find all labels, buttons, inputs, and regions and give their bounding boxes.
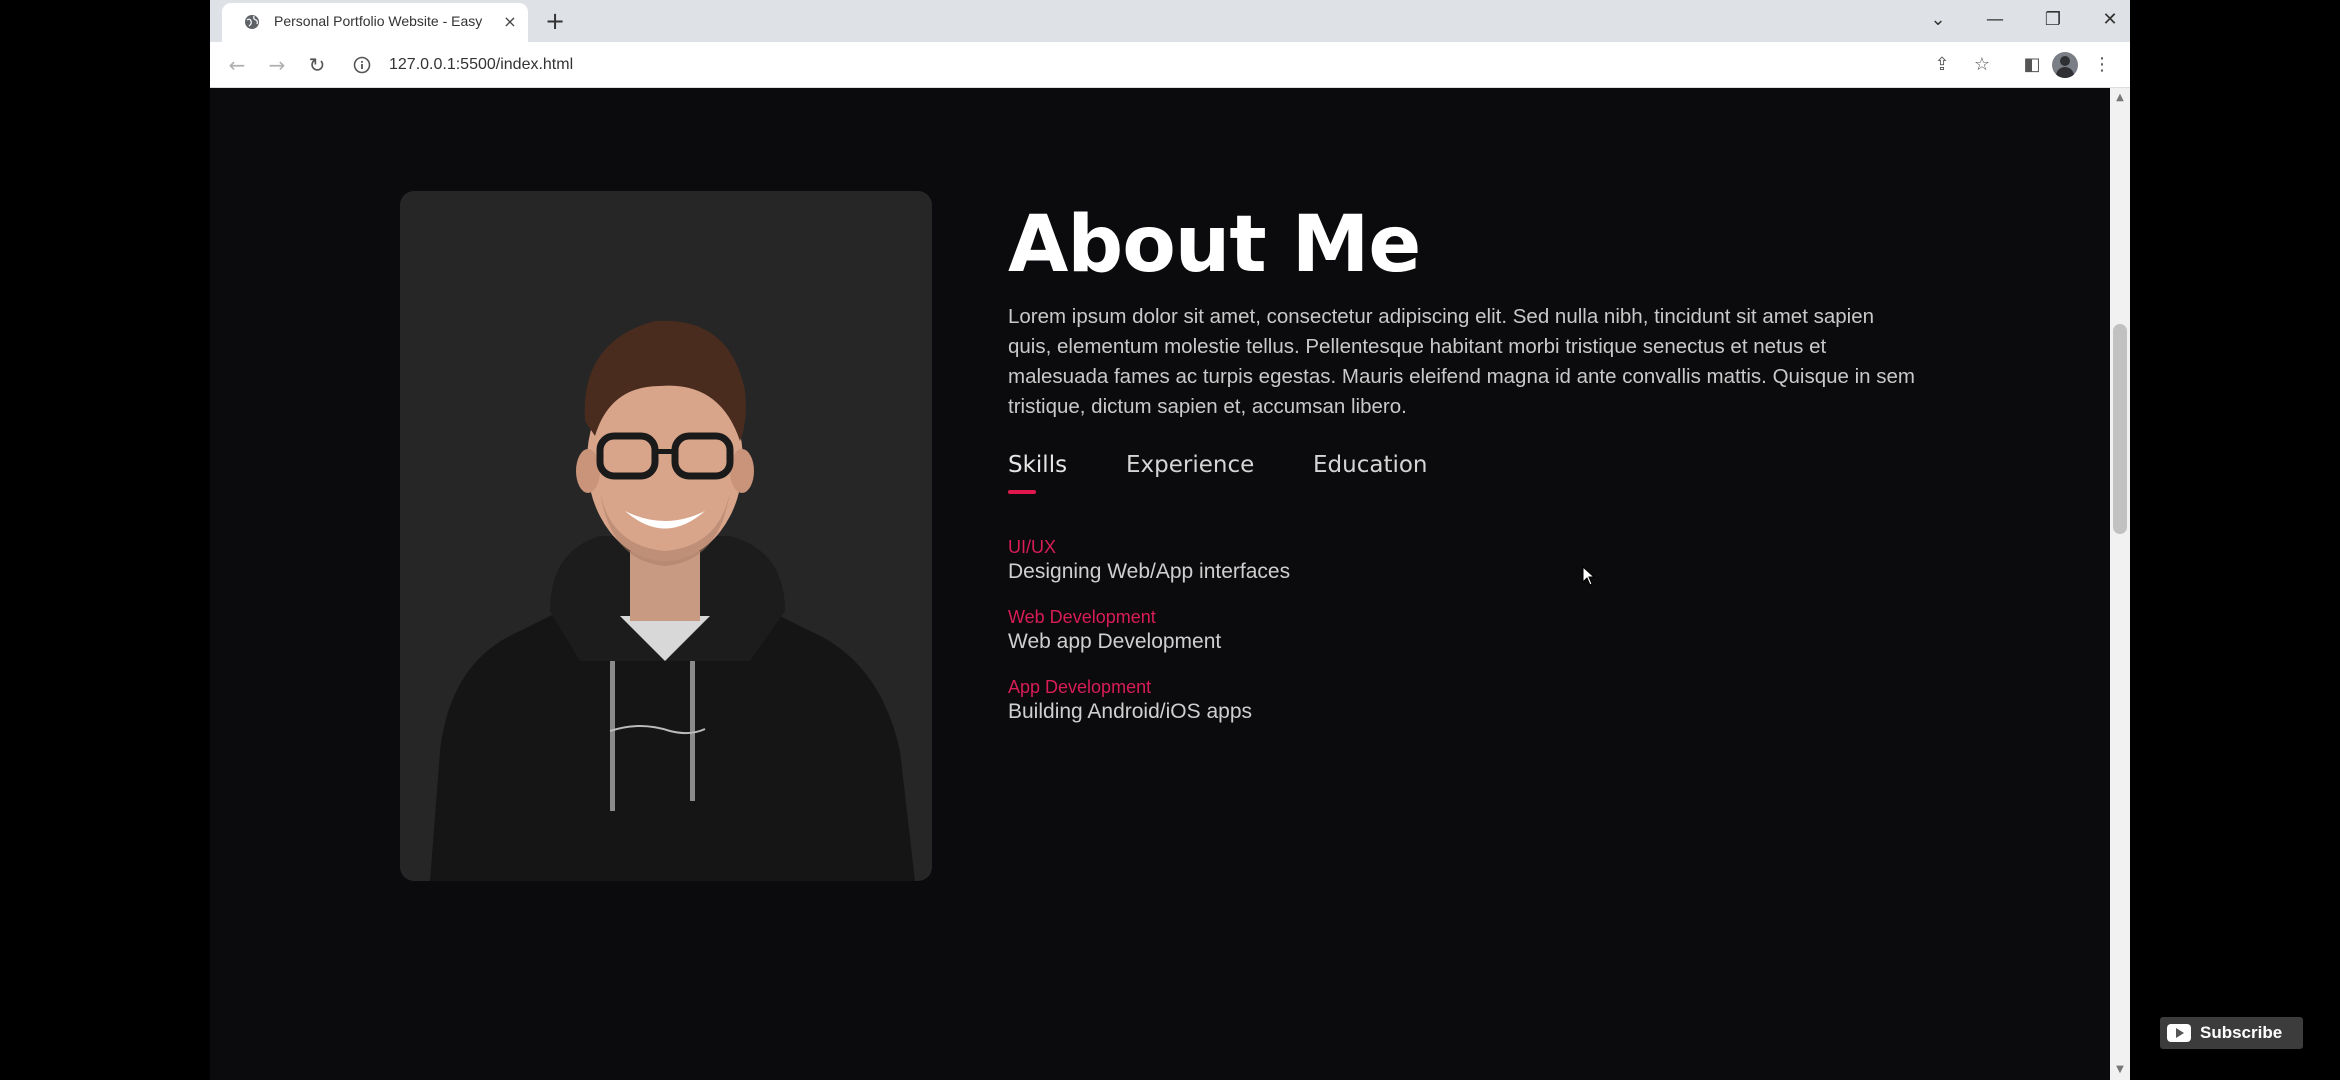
tab-education[interactable]: Education (1313, 452, 1428, 478)
skill-item: App Development Building Android/iOS app… (1008, 676, 1708, 726)
about-title: About Me (1008, 200, 1421, 290)
skill-title: Web Development (1008, 607, 1156, 627)
tab-experience[interactable]: Experience (1126, 452, 1254, 478)
share-icon[interactable]: ⇪ (1928, 51, 1956, 79)
skill-description: Building Android/iOS apps (1008, 700, 1252, 723)
avatar-body (2056, 67, 2074, 78)
globe-icon (245, 15, 259, 29)
minimize-button[interactable]: — (1980, 5, 2010, 35)
tab-strip: Personal Portfolio Website - Easy × + ⌄ … (210, 0, 2130, 42)
reload-button[interactable]: ↻ (302, 50, 332, 80)
page-viewport: About Me Lorem ipsum dolor sit amet, con… (210, 88, 2110, 1080)
browser-menu-icon[interactable]: ⋮ (2088, 51, 2116, 79)
browser-toolbar: ← → ↻ 127.0.0.1:5500/index.html ⇪ ☆ ◧ ⋮ (210, 42, 2130, 88)
scroll-down-arrow-icon[interactable]: ▼ (2110, 1062, 2130, 1078)
mouse-cursor-icon (1582, 566, 1596, 586)
scroll-up-arrow-icon[interactable]: ▲ (2110, 90, 2130, 106)
bookmark-star-icon[interactable]: ☆ (1968, 51, 1996, 79)
forward-button[interactable]: → (262, 50, 292, 80)
subscribe-button[interactable]: Subscribe (2160, 1017, 2303, 1049)
back-button[interactable]: ← (222, 50, 252, 80)
restore-button[interactable]: ❐ (2038, 5, 2068, 35)
about-description: Lorem ipsum dolor sit amet, consectetur … (1008, 305, 1916, 418)
skill-item: UI/UX Designing Web/App interfaces (1008, 536, 1708, 586)
screen: Personal Portfolio Website - Easy × + ⌄ … (0, 0, 2340, 1080)
browser-window: Personal Portfolio Website - Easy × + ⌄ … (210, 0, 2130, 1080)
url-text: 127.0.0.1:5500/index.html (389, 56, 574, 73)
scrollbar-thumb[interactable] (2113, 324, 2127, 534)
tab-skills[interactable]: Skills (1008, 452, 1067, 478)
skill-title: App Development (1008, 677, 1152, 697)
skill-item: Web Development Web app Development (1008, 606, 1708, 656)
info-icon[interactable] (353, 56, 371, 74)
skills-list: UI/UX Designing Web/App interfaces Web D… (1008, 536, 1708, 746)
side-panel-icon[interactable]: ◧ (2018, 51, 2046, 79)
page-scrollbar[interactable]: ▲ ▼ (2110, 88, 2130, 1080)
youtube-icon (2167, 1024, 2191, 1042)
close-tab-icon[interactable]: × (500, 12, 520, 32)
person-illustration (430, 320, 915, 881)
avatar-head (2060, 56, 2070, 66)
skill-title: UI/UX (1008, 537, 1057, 557)
new-tab-button[interactable]: + (542, 8, 568, 34)
profile-avatar[interactable] (2052, 52, 2078, 78)
close-window-button[interactable]: ✕ (2095, 5, 2125, 35)
address-bar[interactable]: 127.0.0.1:5500/index.html (345, 49, 1895, 81)
skill-description: Web app Development (1008, 630, 1222, 653)
tab-search-icon[interactable]: ⌄ (1923, 5, 1953, 35)
skill-description: Designing Web/App interfaces (1008, 560, 1291, 583)
subscribe-label: Subscribe (2200, 1023, 2283, 1042)
active-tab-underline (1008, 490, 1036, 494)
profile-photo (400, 191, 932, 881)
tab-title: Personal Portfolio Website - Easy (274, 13, 483, 29)
browser-tab[interactable]: Personal Portfolio Website - Easy × (222, 3, 528, 42)
